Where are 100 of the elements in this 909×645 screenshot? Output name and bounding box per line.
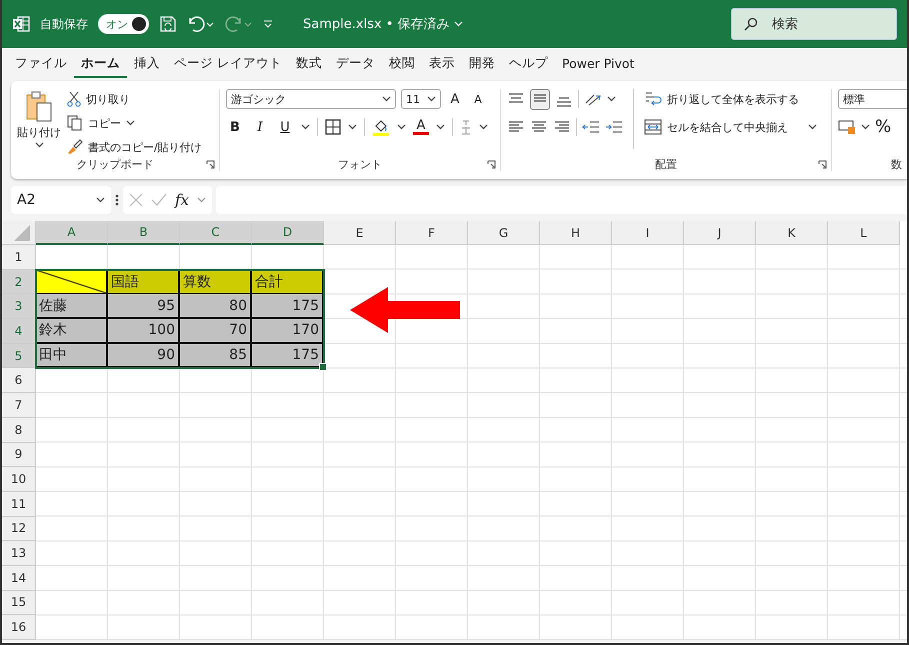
column-header[interactable]: F <box>396 221 468 245</box>
decrease-indent-icon[interactable] <box>582 119 600 135</box>
chevron-icon[interactable] <box>382 96 391 102</box>
copy-button[interactable]: コピー <box>67 113 202 133</box>
bold-button[interactable]: B <box>226 120 244 134</box>
cut-button[interactable]: 切り取り <box>67 89 202 109</box>
dialog-launcher-icon[interactable] <box>206 160 215 169</box>
autosave-toggle[interactable]: オン <box>98 14 149 34</box>
dialog-launcher-icon[interactable] <box>818 160 827 169</box>
table-cell: 175 <box>252 344 324 368</box>
chevron-icon[interactable] <box>861 124 870 130</box>
row-header[interactable]: 12 <box>2 516 36 542</box>
column-header[interactable]: A <box>36 221 108 245</box>
grow-font-button[interactable]: A <box>446 92 464 106</box>
name-box[interactable]: A2 <box>11 186 111 214</box>
column-header[interactable]: D <box>252 221 324 245</box>
row-header[interactable]: 11 <box>2 492 36 517</box>
column-header[interactable]: E <box>324 221 396 245</box>
font-name-dropdown[interactable]: 游ゴシック <box>226 89 396 109</box>
table-cell: 算数 <box>180 270 252 294</box>
column-header[interactable]: K <box>756 221 828 245</box>
font-color-button[interactable]: A <box>413 119 429 135</box>
row-header[interactable]: 13 <box>2 541 36 566</box>
group-label: 配置 <box>654 157 678 171</box>
chevron-icon[interactable] <box>607 96 616 102</box>
save-icon[interactable] <box>159 15 177 33</box>
menu-tab[interactable]: 数式 <box>288 51 329 78</box>
menu-tab[interactable]: 開発 <box>462 51 502 78</box>
table-cell: 95 <box>108 294 180 320</box>
chevron-icon[interactable] <box>479 124 488 130</box>
chevron-icon[interactable] <box>126 120 135 126</box>
check-icon[interactable] <box>151 193 167 207</box>
column-header[interactable]: C <box>180 221 252 245</box>
menu-tab[interactable]: Power Pivot <box>554 52 642 77</box>
paste-button[interactable]: 貼り付け <box>17 89 61 157</box>
spreadsheet-logo-icon[interactable] <box>12 15 30 33</box>
row-header[interactable]: 14 <box>2 566 36 591</box>
row-header[interactable]: 8 <box>2 418 36 442</box>
formula-input[interactable] <box>216 186 907 214</box>
menu-tab[interactable]: 表示 <box>422 51 462 78</box>
chevron-icon[interactable] <box>427 96 436 102</box>
menu-tab[interactable]: 校閲 <box>382 51 422 78</box>
chevron-icon[interactable] <box>34 142 44 148</box>
chevron-icon[interactable] <box>301 124 310 130</box>
menu-tab[interactable]: 挿入 <box>127 51 167 78</box>
underline-button[interactable]: U <box>276 120 294 134</box>
increase-indent-icon[interactable] <box>605 119 623 135</box>
undo-icon[interactable] <box>187 15 215 33</box>
group-label: フォント <box>337 157 383 171</box>
row-header[interactable]: 10 <box>2 467 36 492</box>
chevron-icon[interactable] <box>96 197 105 203</box>
merge-center-button[interactable]: セルを結合して中央揃え <box>644 117 817 137</box>
menu-tab[interactable]: ヘルプ <box>502 51 555 78</box>
row-header[interactable]: 2 <box>2 270 36 294</box>
phonetic-icon[interactable] <box>460 119 472 135</box>
column-header[interactable]: L <box>828 221 900 245</box>
column-header[interactable]: G <box>468 221 540 245</box>
row-header[interactable]: 3 <box>2 294 36 320</box>
number-format-dropdown[interactable]: 標準 <box>838 89 907 109</box>
file-title[interactable]: Sample.xlsx • 保存済み <box>303 15 450 33</box>
brush-icon <box>67 139 83 155</box>
column-header[interactable]: I <box>612 221 684 245</box>
format-painter-button[interactable]: 書式のコピー/貼り付け <box>67 137 202 157</box>
chevron-icon[interactable] <box>436 124 445 130</box>
table-cell: 佐藤 <box>36 294 108 320</box>
row-header[interactable]: 6 <box>2 368 36 394</box>
column-header[interactable]: J <box>684 221 756 245</box>
shrink-font-button[interactable]: A <box>469 92 487 106</box>
row-header[interactable]: 1 <box>2 245 36 270</box>
row-header[interactable]: 9 <box>2 442 36 468</box>
chevron-icon[interactable] <box>397 124 406 130</box>
insert-function-button[interactable]: fx <box>175 191 190 209</box>
autosave-label: 自動保存 <box>40 16 88 32</box>
dialog-launcher-icon[interactable] <box>487 160 496 169</box>
customize-toolbar-icon[interactable] <box>263 19 273 29</box>
row-header[interactable]: 4 <box>2 319 36 344</box>
diagonal-cell <box>36 270 108 294</box>
font-size-dropdown[interactable]: 11 <box>401 89 441 109</box>
row-header[interactable]: 7 <box>2 393 36 418</box>
row-header[interactable]: 16 <box>2 615 36 640</box>
search-field[interactable]: 検索 <box>731 8 897 40</box>
chevron-icon[interactable] <box>808 124 817 130</box>
merge-cells-icon <box>644 119 662 135</box>
menu-tab[interactable]: ホーム <box>74 51 127 78</box>
table-cell: 鈴木 <box>36 319 108 344</box>
more-options-icon[interactable] <box>115 193 119 207</box>
italic-button[interactable]: I <box>251 120 269 134</box>
percent-button[interactable]: % <box>875 117 892 137</box>
menu-tab[interactable]: データ <box>328 51 382 78</box>
chevron-icon[interactable] <box>348 124 357 130</box>
menu-tab[interactable]: ページ レイアウト <box>167 51 289 78</box>
borders-icon[interactable] <box>325 119 341 135</box>
wrap-text-button[interactable]: 折り返して全体を表示する <box>644 89 817 109</box>
column-header[interactable]: H <box>540 221 612 245</box>
menu-tab[interactable]: ファイル <box>8 51 74 78</box>
fill-color-icon[interactable] <box>372 118 390 136</box>
currency-format-icon[interactable] <box>838 119 856 135</box>
row-header[interactable]: 5 <box>2 344 36 368</box>
column-header[interactable]: B <box>108 221 180 245</box>
row-header[interactable]: 15 <box>2 590 36 616</box>
